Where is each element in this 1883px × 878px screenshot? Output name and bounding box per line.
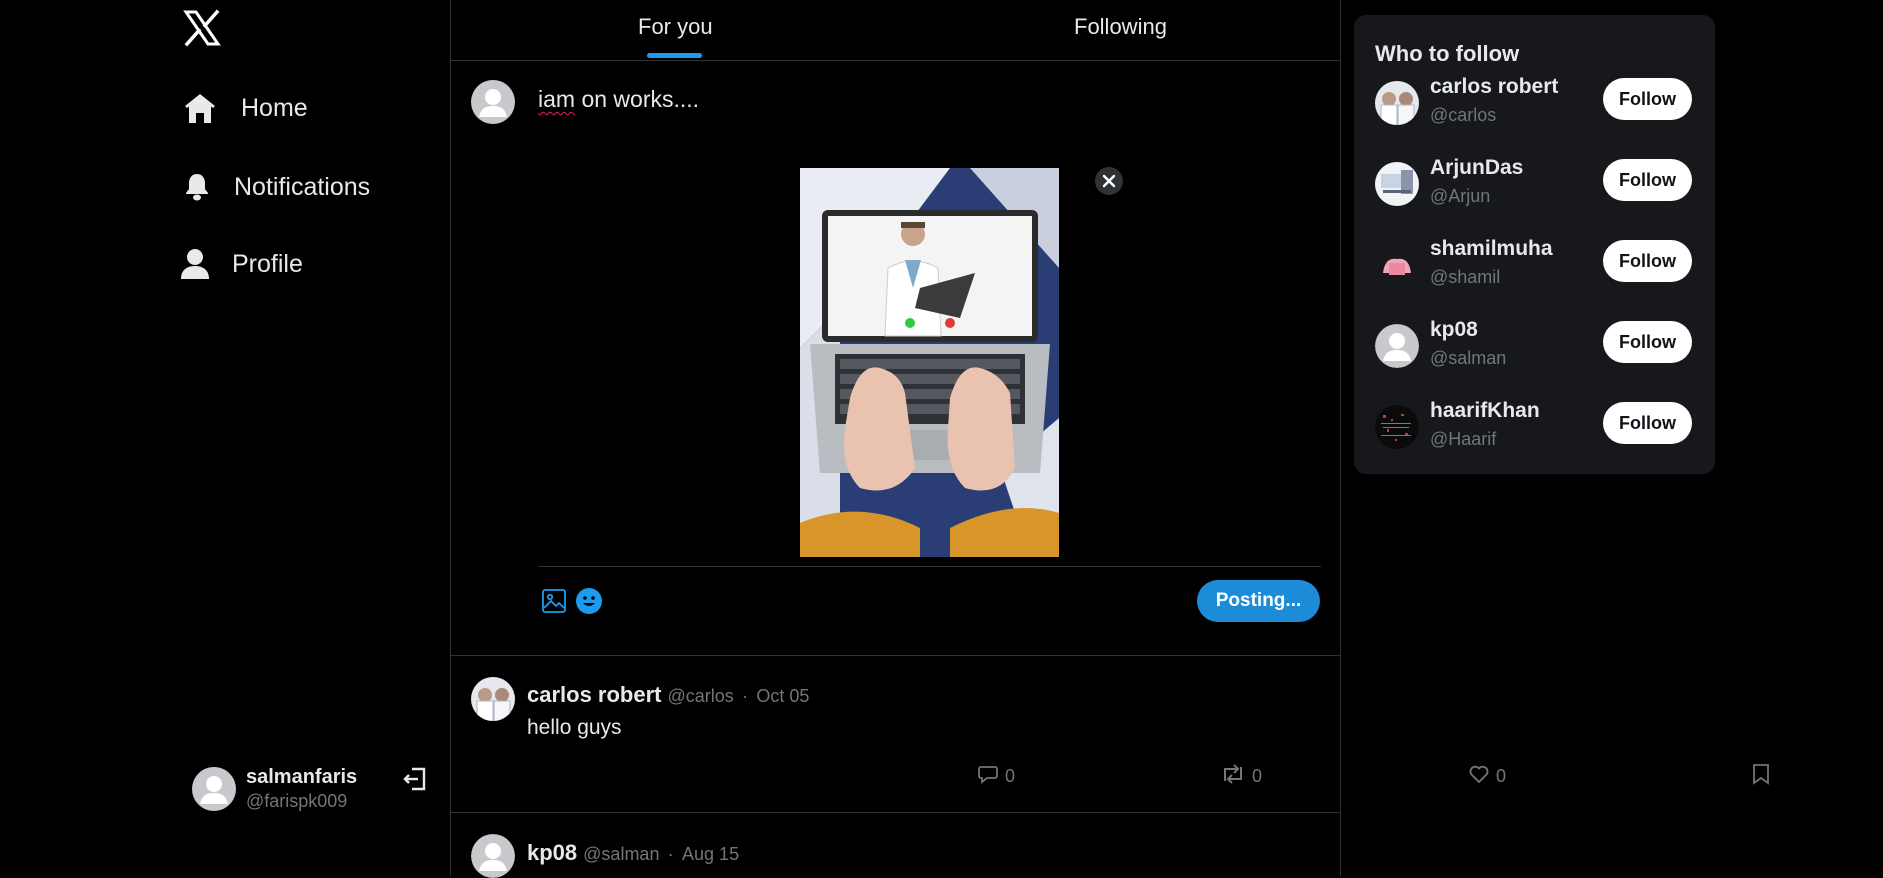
- compose-text: on works....: [575, 86, 700, 112]
- divider: [538, 566, 1321, 567]
- avatar: [1375, 324, 1419, 368]
- nav-notifications[interactable]: Notifications: [184, 172, 370, 202]
- avatar: [1375, 405, 1419, 449]
- divider: [451, 812, 1340, 813]
- like-count: 0: [1496, 766, 1507, 786]
- reply-button[interactable]: 0: [977, 763, 1015, 790]
- suggestion-handle: @Arjun: [1430, 186, 1491, 206]
- tweet-author-name[interactable]: carlos robert: [527, 682, 662, 707]
- who-to-follow-title: Who to follow: [1375, 41, 1520, 66]
- account-handle: @farispk009: [246, 791, 348, 811]
- emoji-icon[interactable]: [575, 587, 603, 620]
- repost-button[interactable]: 0: [1220, 763, 1262, 790]
- repost-count: 0: [1252, 766, 1263, 786]
- account-switcher[interactable]: salmanfaris @farispk009: [192, 764, 432, 813]
- home-icon: [184, 92, 216, 124]
- follow-button[interactable]: Follow: [1603, 240, 1692, 282]
- nav-label: Home: [241, 93, 308, 122]
- suggestion-name: ArjunDas: [1430, 156, 1524, 179]
- like-button[interactable]: 0: [1468, 763, 1506, 790]
- suggestion-name: haarifKhan: [1430, 399, 1540, 422]
- reply-icon: [977, 763, 999, 790]
- bell-icon: [184, 172, 210, 202]
- repost-icon: [1220, 763, 1246, 790]
- main-timeline: For you Following iam on works.... Posti…: [450, 0, 1769, 878]
- suggestion-name: kp08: [1430, 318, 1478, 341]
- user-icon: [180, 248, 210, 280]
- follow-suggestion[interactable]: carlos robert @carlos Follow: [1375, 75, 1695, 131]
- avatar: [471, 834, 515, 878]
- account-display-name: salmanfaris: [246, 766, 358, 788]
- bookmark-button[interactable]: [1752, 763, 1770, 790]
- suggestion-handle: @shamil: [1430, 267, 1501, 287]
- follow-button[interactable]: Follow: [1603, 321, 1692, 363]
- x-logo-icon[interactable]: [182, 8, 222, 48]
- suggestion-handle: @salman: [1430, 348, 1507, 368]
- follow-suggestion[interactable]: haarifKhan @Haarif Follow: [1375, 399, 1695, 455]
- who-to-follow-panel: Who to follow carlos robert @carlos Foll…: [1354, 15, 1715, 474]
- reply-count: 0: [1005, 766, 1016, 786]
- post-button[interactable]: Posting...: [1197, 580, 1320, 622]
- tweet-text: hello guys: [527, 716, 622, 739]
- nav-home[interactable]: Home: [184, 92, 308, 124]
- suggestion-handle: @Haarif: [1430, 429, 1497, 449]
- nav-label: Profile: [232, 249, 303, 278]
- avatar: [471, 80, 515, 124]
- follow-suggestion[interactable]: ArjunDas @Arjun Follow: [1375, 156, 1695, 212]
- tweet-author-name[interactable]: kp08: [527, 840, 577, 865]
- follow-suggestion[interactable]: kp08 @salman Follow: [1375, 318, 1695, 374]
- tweet-separator: ·: [667, 844, 674, 864]
- follow-button[interactable]: Follow: [1603, 402, 1692, 444]
- follow-button[interactable]: Follow: [1603, 78, 1692, 120]
- avatar: [471, 677, 515, 721]
- suggestion-name: carlos robert: [1430, 75, 1559, 98]
- active-tab-indicator: [647, 53, 702, 58]
- avatar: [1375, 162, 1419, 206]
- bookmark-icon: [1752, 763, 1770, 790]
- tweet-date: Oct 05: [756, 686, 810, 706]
- avatar: [192, 766, 236, 811]
- tweet-date: Aug 15: [682, 844, 740, 864]
- tab-following[interactable]: Following: [1074, 14, 1167, 40]
- follow-suggestion[interactable]: shamilmuha @shamil Follow: [1375, 237, 1695, 293]
- tweet-author-handle: @salman: [583, 844, 660, 864]
- suggestion-handle: @carlos: [1430, 105, 1497, 125]
- follow-button[interactable]: Follow: [1603, 159, 1692, 201]
- close-icon[interactable]: [1095, 167, 1123, 195]
- timeline-tabs: For you Following: [451, 0, 1340, 61]
- tab-for-you[interactable]: For you: [638, 14, 713, 40]
- avatar: [1375, 81, 1419, 125]
- media-preview: [800, 168, 1059, 557]
- heart-icon: [1468, 763, 1490, 790]
- avatar: [1375, 243, 1419, 287]
- nav-label: Notifications: [234, 172, 371, 201]
- nav-profile[interactable]: Profile: [180, 248, 303, 280]
- divider: [451, 655, 1340, 656]
- compose-input[interactable]: iam on works....: [538, 86, 699, 113]
- image-icon[interactable]: [541, 588, 567, 619]
- tweet-separator: ·: [742, 686, 749, 706]
- suggestion-name: shamilmuha: [1430, 237, 1553, 260]
- logout-icon[interactable]: [402, 766, 428, 792]
- tweet-author-handle: @carlos: [667, 686, 734, 706]
- compose-text-misspelled: iam: [538, 86, 576, 112]
